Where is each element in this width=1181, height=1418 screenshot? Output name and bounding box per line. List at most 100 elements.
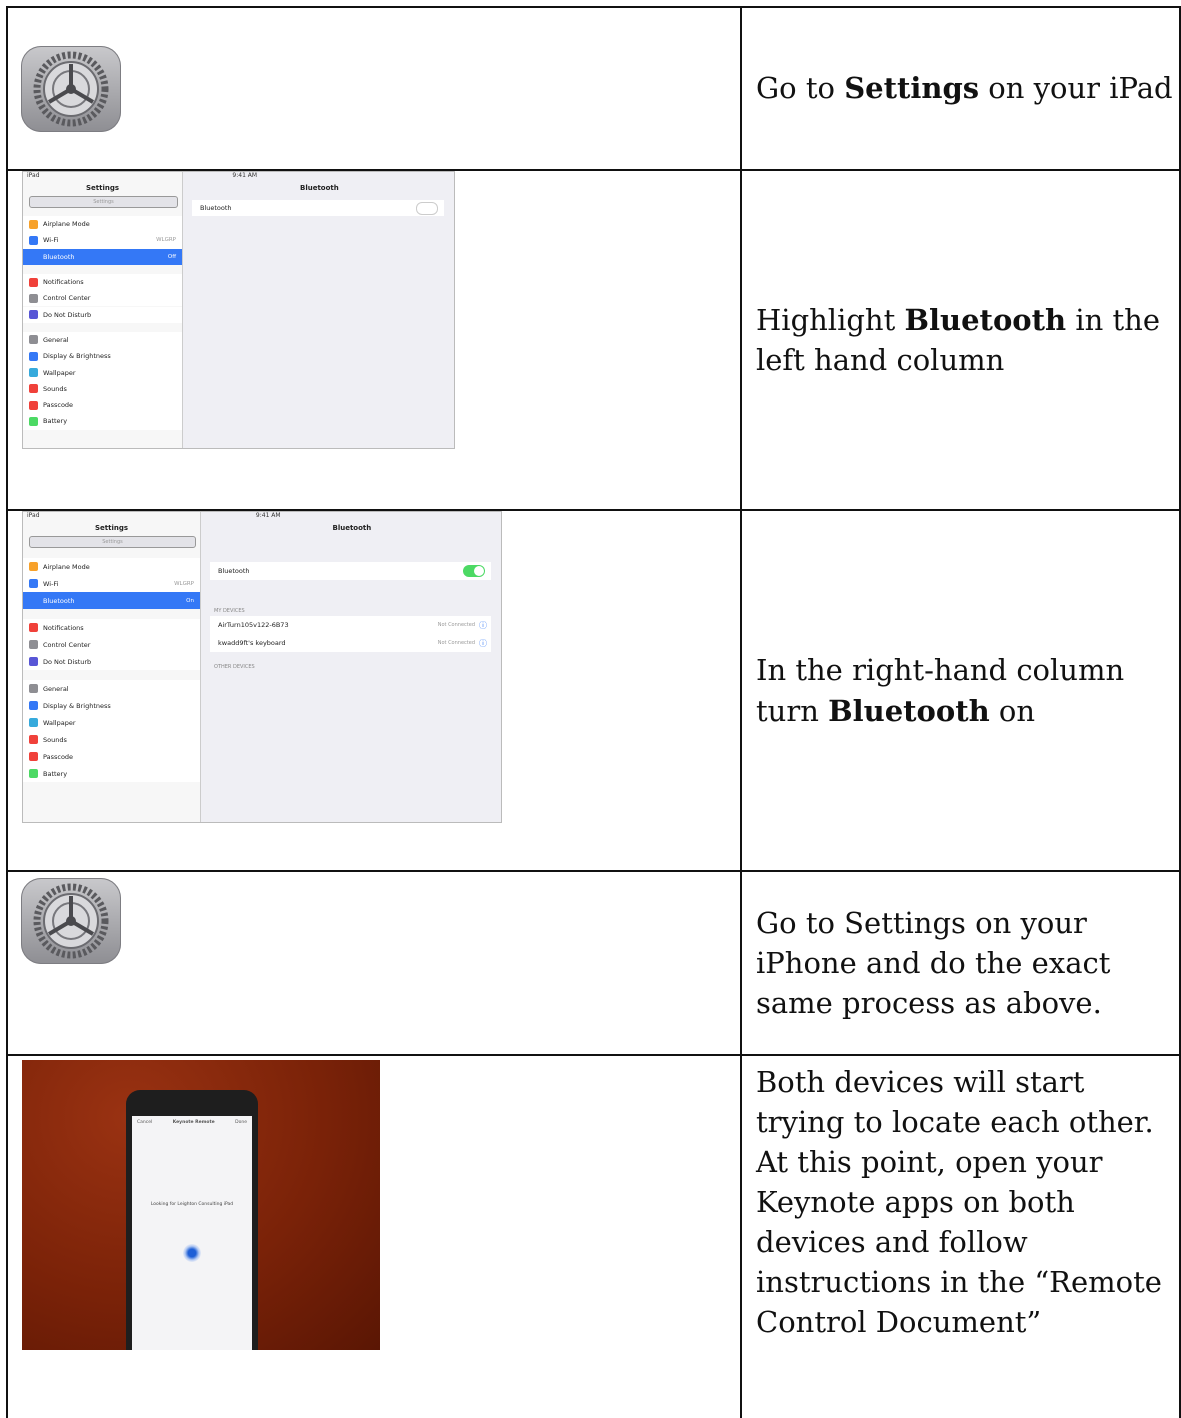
bluetooth-icon [29,252,38,262]
settings-sidebar: Settings Settings Airplane Mode Wi-Fi WLGRP B… [23,172,183,448]
general-icon [29,684,38,693]
screen-title: Keynote Remote [172,1120,215,1125]
sidebar-item-do-not-disturb[interactable]: Do Not Disturb [23,653,200,670]
done-button[interactable]: Done [235,1120,247,1125]
instruction-text: In the right-hand column turn Bluetooth … [756,653,1125,728]
sidebar-item-label: Passcode [43,401,74,410]
notifications-icon [29,623,38,632]
info-icon[interactable]: ⓘ [479,620,487,631]
sidebar-item-wi-fi[interactable]: Wi-Fi WLGRP [23,575,200,592]
row-image-cell: Settings Settings Airplane Mode Wi-Fi WLGRP B… [8,171,740,509]
table-row: Settings Settings Airplane Mode Wi-Fi WLGRP B… [6,509,1181,870]
sidebar-item-bluetooth[interactable]: Bluetooth On [23,592,200,609]
device-row[interactable]: AirTurn105v122-6B73 Not Connected ⓘ [210,616,491,634]
sidebar-item-value: Off [167,253,176,260]
sidebar-item-label: Wallpaper [43,718,76,727]
settings-sidebar: Settings Settings Airplane Mode Wi-Fi WLGRP B… [23,512,201,822]
device-name: AirTurn105v122-6B73 [218,621,289,629]
sidebar-item-label: General [43,684,69,693]
sidebar-item-value: WLGRP [156,237,176,244]
sidebar-item-airplane-mode[interactable]: Airplane Mode [23,216,182,233]
bluetooth-toggle[interactable] [463,565,485,577]
info-icon[interactable]: ⓘ [479,638,487,649]
sidebar-item-label: Control Center [43,640,91,649]
row-image-cell [8,8,740,169]
bluetooth-toggle-label: Bluetooth [218,567,250,575]
row-text-cell: Both devices will start trying to locate… [742,1056,1179,1418]
sidebar-item-label: Display & Brightness [43,701,111,710]
sounds-icon [29,384,38,394]
status-bar: iPad 9:41 AM [23,512,501,520]
iphone-photo: Cancel Keynote Remote Done Looking for L… [22,1060,380,1350]
sidebar-item-bluetooth[interactable]: Bluetooth Off [23,248,182,265]
airplane-mode-icon [29,562,38,571]
sidebar-item-label: Passcode [43,752,74,761]
table-row: Go to Settings on your iPad [6,6,1181,169]
device-name: kwadd9ft's keyboard [218,639,286,647]
sidebar-item-battery[interactable]: Battery [23,413,182,430]
search-input[interactable]: Settings [29,536,196,548]
sidebar-item-label: Bluetooth [43,252,75,261]
device-status: Not Connected [437,640,475,646]
sidebar-item-notifications[interactable]: Notifications [23,619,200,636]
sidebar-item-label: Notifications [43,278,84,287]
passcode-icon [29,752,38,761]
sidebar-item-general[interactable]: General [23,331,182,349]
sidebar-item-wallpaper[interactable]: Wallpaper [23,364,182,381]
device-row[interactable]: kwadd9ft's keyboard Not Connected ⓘ [210,634,491,652]
sidebar-item-label: Bluetooth [43,596,75,605]
row-image-cell [8,872,740,1054]
sidebar-item-sounds[interactable]: Sounds [23,731,200,748]
searching-pulse-icon [183,1244,201,1262]
cancel-button[interactable]: Cancel [137,1120,152,1125]
sidebar-item-sounds[interactable]: Sounds [23,380,182,397]
sidebar-item-label: Wi-Fi [43,236,59,245]
sidebar-item-battery[interactable]: Battery [23,765,200,782]
table-row: Cancel Keynote Remote Done Looking for L… [6,1054,1181,1418]
instruction-text: Go to Settings on your iPad [756,71,1173,106]
sidebar-item-passcode[interactable]: Passcode [23,397,182,414]
sidebar-item-label: Airplane Mode [43,562,90,571]
sidebar-item-control-center[interactable]: Control Center [23,290,182,307]
wi-fi-icon [29,235,38,245]
searching-message: Looking for Leighton Consulting iPad [150,1202,234,1207]
instructions-table: Go to Settings on your iPad Settings Sett… [6,6,1181,1418]
sidebar-item-passcode[interactable]: Passcode [23,748,200,765]
sidebar-item-label: Do Not Disturb [43,310,92,319]
sidebar-item-label: Display & Brightness [43,352,111,361]
sidebar-item-display-brightness[interactable]: Display & Brightness [23,348,182,365]
row-text-cell: Go to Settings on your iPad [742,8,1179,169]
sidebar-item-control-center[interactable]: Control Center [23,636,200,653]
wallpaper-icon [29,368,38,378]
bluetooth-toggle-row[interactable]: Bluetooth [210,562,491,580]
battery-icon [29,769,38,778]
sidebar-item-label: Battery [43,769,68,778]
control-center-icon [29,640,38,649]
bluetooth-toggle[interactable] [416,202,438,215]
bluetooth-page-title: Bluetooth [332,524,372,532]
sidebar-item-do-not-disturb[interactable]: Do Not Disturb [23,306,182,323]
bluetooth-toggle-row[interactable]: Bluetooth [192,200,444,216]
sidebar-item-wallpaper[interactable]: Wallpaper [23,714,200,731]
ipad-settings-screenshot-bluetooth-on: Settings Settings Airplane Mode Wi-Fi WLGRP B… [22,511,502,823]
passcode-icon [29,400,38,410]
search-input[interactable]: Settings [29,196,178,208]
sidebar-item-airplane-mode[interactable]: Airplane Mode [23,558,200,575]
settings-gear-icon [21,46,121,132]
row-text-cell: Highlight Bluetooth in the left hand col… [742,171,1179,509]
sidebar-title: Settings [85,184,120,192]
sidebar-item-wi-fi[interactable]: Wi-Fi WLGRP [23,232,182,249]
general-icon [29,335,38,345]
sidebar-item-label: Wi-Fi [43,579,59,588]
status-time: 9:41 AM [232,172,258,179]
sidebar-item-notifications[interactable]: Notifications [23,273,182,291]
sidebar-item-label: Airplane Mode [43,220,90,229]
row-image-cell: Settings Settings Airplane Mode Wi-Fi WLGRP B… [8,511,740,870]
iphone-device: Cancel Keynote Remote Done Looking for L… [126,1090,258,1350]
sidebar-item-display-brightness[interactable]: Display & Brightness [23,697,200,714]
sidebar-item-value: WLGRP [174,580,194,587]
battery-icon [29,416,38,426]
sidebar-item-general[interactable]: General [23,680,200,697]
sidebar-item-value: On [186,597,194,604]
my-devices-label: MY DEVICES [214,608,245,614]
